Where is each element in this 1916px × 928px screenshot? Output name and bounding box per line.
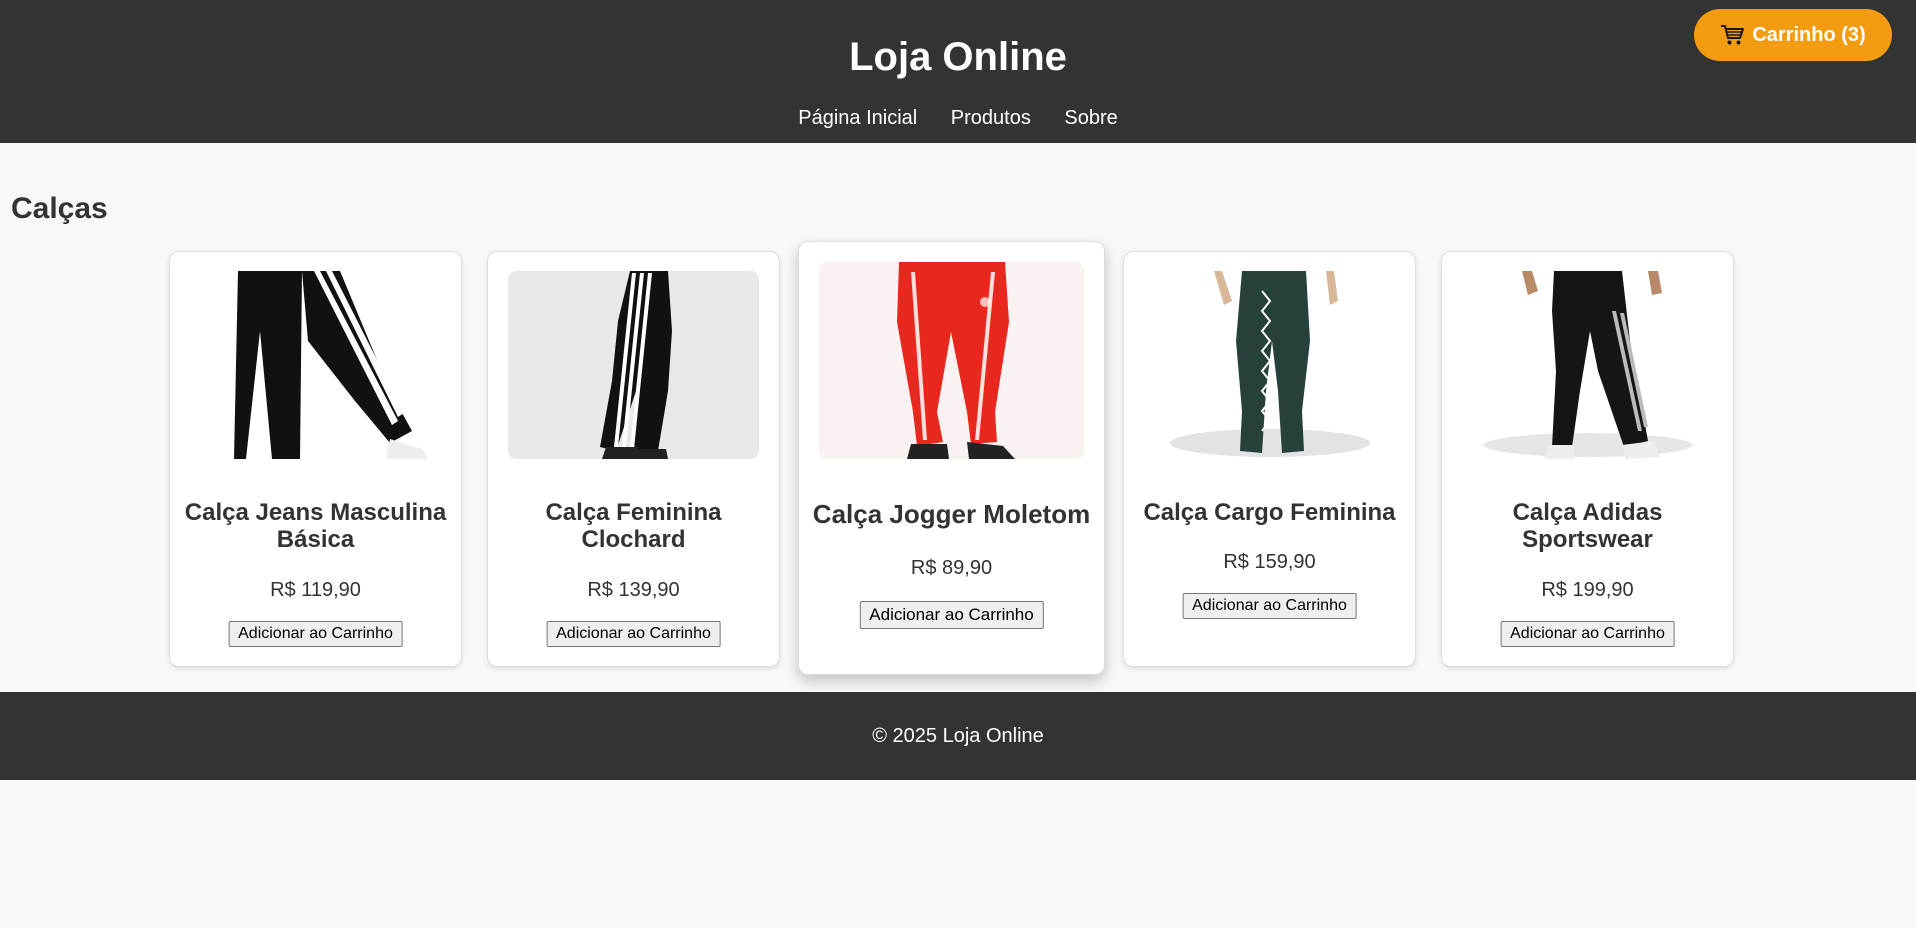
- product-price: R$ 119,90: [270, 579, 361, 601]
- product-name: Calça Feminina Clochard: [545, 499, 722, 553]
- product-card: Calça Jeans Masculina Básica R$ 119,90 A…: [169, 251, 462, 667]
- site-title: Loja Online: [849, 35, 1067, 79]
- add-to-cart-button[interactable]: Adicionar ao Carrinho: [859, 601, 1044, 629]
- product-name: Calça Adidas Sportswear: [1512, 499, 1663, 553]
- section-title: Calças: [11, 192, 108, 225]
- product-price: R$ 159,90: [1223, 551, 1316, 573]
- product-card: Calça Adidas Sportswear R$ 199,90 Adicio…: [1441, 251, 1734, 667]
- product-image: [1462, 271, 1713, 459]
- site-header: Loja Online Página Inicial Produtos Sobr…: [0, 0, 1916, 143]
- cart-button[interactable]: Carrinho (3): [1694, 9, 1892, 61]
- add-to-cart-button[interactable]: Adicionar ao Carrinho: [228, 621, 403, 647]
- site-footer: © 2025 Loja Online: [0, 692, 1916, 780]
- add-to-cart-button[interactable]: Adicionar ao Carrinho: [546, 621, 721, 647]
- footer-copyright: © 2025 Loja Online: [872, 725, 1044, 747]
- product-image: [1144, 271, 1395, 459]
- product-image: [819, 262, 1084, 459]
- product-image: [508, 271, 759, 459]
- main-nav: Página Inicial Produtos Sobre: [0, 104, 1916, 132]
- cart-icon: [1720, 24, 1745, 46]
- product-card: Calça Feminina Clochard R$ 139,90 Adicio…: [487, 251, 780, 667]
- product-image: [190, 271, 441, 459]
- nav-link-home[interactable]: Página Inicial: [798, 107, 917, 129]
- product-card: Calça Cargo Feminina R$ 159,90 Adicionar…: [1123, 251, 1416, 667]
- cart-label: Carrinho (3): [1752, 23, 1866, 46]
- product-card: Calça Jogger Moletom R$ 89,90 Adicionar …: [798, 241, 1105, 675]
- product-name: Calça Jogger Moletom: [812, 499, 1091, 529]
- add-to-cart-button[interactable]: Adicionar ao Carrinho: [1182, 593, 1357, 619]
- product-name: Calça Jeans Masculina Básica: [184, 499, 447, 553]
- nav-link-products[interactable]: Produtos: [951, 107, 1031, 129]
- product-price: R$ 89,90: [910, 557, 993, 579]
- add-to-cart-button[interactable]: Adicionar ao Carrinho: [1500, 621, 1675, 647]
- product-name: Calça Cargo Feminina: [1143, 499, 1396, 526]
- product-price: R$ 199,90: [1541, 579, 1634, 601]
- nav-link-about[interactable]: Sobre: [1064, 107, 1117, 129]
- product-price: R$ 139,90: [587, 579, 680, 601]
